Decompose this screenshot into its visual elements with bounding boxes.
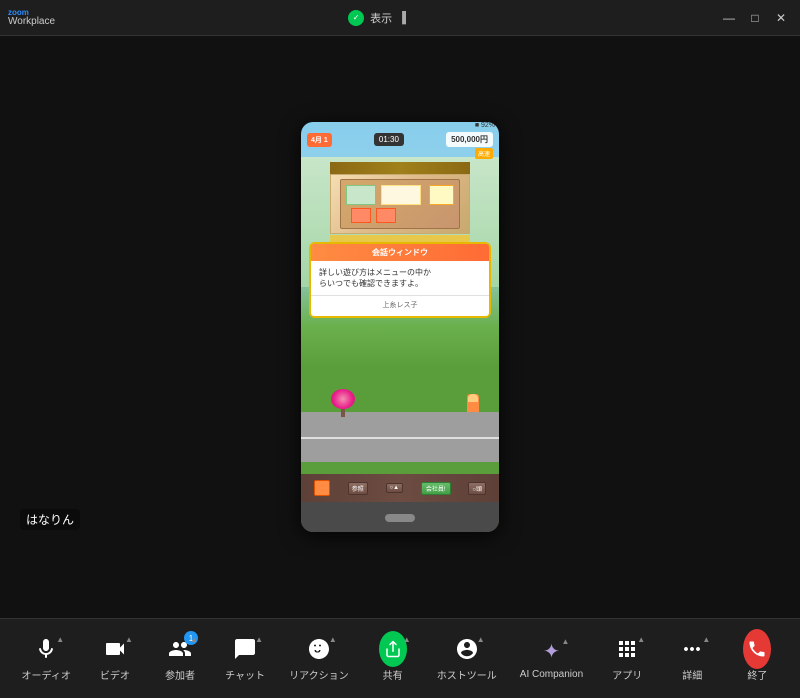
more-icon: ▲ — [678, 635, 706, 663]
main-content: ■ 92% 4月 1 01:30 500,000円 高速 — [0, 36, 800, 618]
end-button[interactable] — [743, 629, 771, 669]
end-icon — [743, 635, 771, 663]
game-bottom-bar: 参照 ○▲ 会社員! ○頭 — [301, 474, 499, 502]
game-area[interactable]: ■ 92% 4月 1 01:30 500,000円 高速 — [301, 122, 499, 532]
host-tools-svg — [455, 637, 479, 661]
dialog-content: 詳しい遊び方はメニューの中からいつでも確認できますよ。 — [311, 261, 489, 295]
building-roof — [330, 162, 470, 174]
toolbar-chat[interactable]: ▲ チャット — [220, 629, 270, 688]
app-name: Workplace — [8, 17, 55, 27]
ai-companion-icon: ✦ ▲ — [537, 637, 565, 665]
microphone-svg — [34, 637, 58, 661]
host-tools-icon: ▲ — [453, 635, 481, 663]
apps-icon: ▲ — [613, 635, 641, 663]
chat-svg — [233, 637, 257, 661]
shield-icon: ✓ — [348, 10, 364, 26]
building — [320, 162, 480, 252]
dialog-box[interactable]: 会話ウィンドウ 詳しい遊び方はメニューの中からいつでも確認できますよ。 上糸レス… — [309, 242, 491, 318]
toolbar-reactions[interactable]: ▲ リアクション — [285, 629, 353, 688]
audio-caret[interactable]: ▲ — [56, 635, 64, 644]
more-svg — [680, 637, 704, 661]
chat-icon: ▲ — [231, 635, 259, 663]
dialog-title: 会話ウィンドウ — [311, 244, 489, 261]
game-date: 4月 1 — [307, 133, 332, 147]
audio-icon: ▲ — [32, 635, 60, 663]
title-left: zoom Workplace — [8, 9, 36, 27]
host-tools-caret[interactable]: ▲ — [477, 635, 485, 644]
end-label: 終了 — [747, 667, 767, 682]
toolbar-apps[interactable]: ▲ アプリ — [602, 629, 652, 688]
video-icon: ▲ — [101, 635, 129, 663]
participants-icon: 1 ▲ — [166, 635, 194, 663]
dialog-text: 詳しい遊び方はメニューの中からいつでも確認できますよ。 — [319, 268, 431, 288]
game-time: 01:30 — [374, 133, 404, 146]
display-label: 表示 — [370, 10, 392, 26]
participants-caret[interactable]: ▲ — [190, 635, 198, 644]
video-caret[interactable]: ▲ — [125, 635, 133, 644]
ai-sparkle-icon: ✦ — [543, 639, 560, 664]
zoom-logo: zoom Workplace — [8, 9, 36, 27]
chat-caret[interactable]: ▲ — [255, 635, 263, 644]
minimize-button[interactable]: — — [718, 7, 740, 29]
phone-screen: ■ 92% 4月 1 01:30 500,000円 高速 — [301, 122, 499, 532]
apps-caret[interactable]: ▲ — [637, 635, 645, 644]
pink-tree-top — [331, 389, 355, 409]
window-controls: — □ ✕ — [718, 7, 792, 29]
speed-indicator: 高速 — [475, 148, 493, 159]
game-btn-2[interactable]: ○▲ — [386, 483, 404, 493]
ai-companion-label: AI Companion — [520, 669, 583, 680]
toolbar-more[interactable]: ▲ 詳細 — [667, 629, 717, 688]
apps-svg — [615, 637, 639, 661]
road — [301, 412, 499, 462]
reactions-label: リアクション — [289, 667, 349, 682]
gray-bottom — [301, 502, 499, 532]
toolbar-ai-companion[interactable]: ✦ ▲ AI Companion — [516, 631, 587, 686]
host-tools-label: ホストツール — [437, 667, 497, 682]
game-btn-green[interactable]: 会社員! — [421, 482, 451, 495]
participant-name: はなりん — [20, 509, 80, 530]
maximize-button[interactable]: □ — [744, 7, 766, 29]
share-caret[interactable]: ▲ — [403, 635, 411, 644]
toolbar-host-tools[interactable]: ▲ ホストツール — [433, 629, 501, 688]
game-money: 500,000円 — [446, 132, 493, 147]
pink-tree — [331, 389, 355, 417]
game-avatar[interactable] — [314, 480, 330, 496]
building-main — [330, 174, 470, 234]
chat-label: チャット — [225, 667, 265, 682]
title-center: ✓ 表示 ▐ — [348, 10, 406, 26]
end-svg — [747, 639, 767, 659]
game-btn-3[interactable]: ○頭 — [468, 482, 486, 495]
reactions-caret[interactable]: ▲ — [329, 635, 337, 644]
reactions-icon: ▲ — [305, 635, 333, 663]
game-btn-1[interactable]: 参照 — [348, 482, 368, 495]
camera-indicator: ▐ — [398, 12, 406, 24]
game-top-bar: 4月 1 01:30 500,000円 — [301, 132, 499, 147]
more-caret[interactable]: ▲ — [702, 635, 710, 644]
close-button[interactable]: ✕ — [770, 7, 792, 29]
audio-label: オーディオ — [22, 667, 71, 682]
video-label: ビデオ — [100, 667, 130, 682]
video-svg — [103, 637, 127, 661]
share-svg — [384, 640, 402, 658]
road-line — [301, 437, 499, 439]
participants-label: 参加者 — [165, 667, 195, 682]
apps-label: アプリ — [612, 667, 642, 682]
gray-btn[interactable] — [385, 514, 415, 522]
share-label: 共有 — [383, 667, 403, 682]
dialog-character-name: 上糸レス子 — [311, 295, 489, 316]
bottom-toolbar: ▲ オーディオ ▲ ビデオ 1 ▲ 参加者 ▲ チャ — [0, 618, 800, 698]
toolbar-share[interactable]: ▲ 共有 — [368, 629, 418, 688]
title-bar: zoom Workplace ✓ 表示 ▐ — □ ✕ — [0, 0, 800, 36]
toolbar-video[interactable]: ▲ ビデオ — [90, 629, 140, 688]
share-icon: ▲ — [379, 635, 407, 663]
more-label: 詳細 — [682, 667, 702, 682]
game-character — [467, 394, 479, 412]
status-bar: ■ 92% — [475, 122, 495, 129]
pink-tree-trunk — [341, 409, 345, 417]
toolbar-participants[interactable]: 1 ▲ 参加者 — [155, 629, 205, 688]
toolbar-end[interactable]: 終了 — [732, 629, 782, 688]
toolbar-audio[interactable]: ▲ オーディオ — [18, 629, 75, 688]
ai-caret[interactable]: ▲ — [562, 637, 570, 646]
reactions-svg — [307, 637, 331, 661]
